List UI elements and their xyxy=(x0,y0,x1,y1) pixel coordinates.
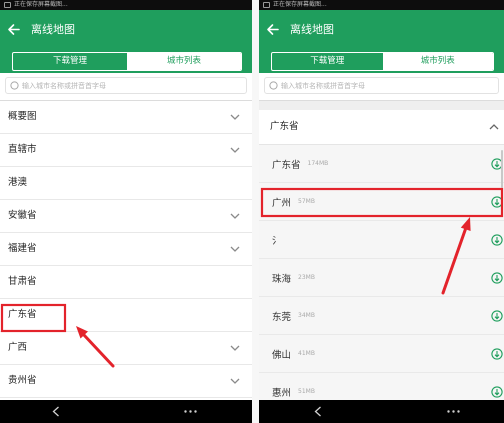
app-bar: 离线地图 下载管理 城市列表 xyxy=(259,10,504,73)
download-icon[interactable] xyxy=(491,348,503,360)
system-nav-bar xyxy=(259,400,504,423)
chevron-down-icon xyxy=(230,147,240,153)
list-item-city[interactable]: 惠州 51MB xyxy=(259,373,504,400)
city-name: 氵 xyxy=(272,235,282,247)
search-input[interactable] xyxy=(281,78,494,93)
city-name: 珠海 xyxy=(272,273,292,285)
city-text: 广东省 174MB xyxy=(272,145,328,182)
search-icon xyxy=(10,81,19,90)
tab-city-list[interactable]: 城市列表 xyxy=(382,53,493,70)
back-arrow-icon[interactable] xyxy=(7,23,20,36)
list-item-province[interactable]: 直辖市 xyxy=(0,134,252,167)
chevron-up-icon xyxy=(489,124,499,130)
status-bar: 正在保存屏幕截图... xyxy=(0,0,252,10)
download-icon[interactable] xyxy=(491,234,503,246)
city-name: 东莞 xyxy=(272,311,292,323)
nav-back-icon[interactable] xyxy=(52,406,60,417)
chevron-down-icon xyxy=(230,345,240,351)
city-size: 57MB xyxy=(298,198,315,205)
list-item-province[interactable]: 福建省 xyxy=(0,233,252,266)
city-size: 51MB xyxy=(298,388,315,395)
page-title: 离线地图 xyxy=(290,23,334,36)
list-item-city[interactable]: 东莞 34MB xyxy=(259,297,504,335)
city-list: 广东省 174MB 广州 57MB 氵 珠海 23MB 东莞 34MB 佛山 4… xyxy=(259,145,504,400)
back-arrow-icon[interactable] xyxy=(266,23,279,36)
province-label: 直辖市 xyxy=(8,144,37,155)
list-item-province[interactable]: 概要图 xyxy=(0,101,252,134)
download-icon[interactable] xyxy=(491,310,503,322)
city-text: 惠州 51MB xyxy=(272,373,315,400)
province-label: 甘肃省 xyxy=(8,276,37,287)
search-icon xyxy=(269,81,278,90)
status-bar: 正在保存屏幕截图... xyxy=(259,0,504,10)
city-text: 佛山 41MB xyxy=(272,335,315,372)
city-size: 34MB xyxy=(298,312,315,319)
search-field[interactable] xyxy=(264,77,499,94)
status-text: 正在保存屏幕截图... xyxy=(273,1,327,8)
download-icon[interactable] xyxy=(491,196,503,208)
list-item-province-guangdong[interactable]: 广东省 xyxy=(0,299,252,332)
tab-city-list[interactable]: 城市列表 xyxy=(127,53,241,70)
list-item-province[interactable]: 贵州省 xyxy=(0,365,252,398)
city-name: 广州 xyxy=(272,197,292,209)
tab-switcher: 下载管理 城市列表 xyxy=(271,52,494,71)
search-field[interactable] xyxy=(5,77,247,94)
province-label: 安徽省 xyxy=(8,210,37,221)
list-item-city[interactable]: 珠海 23MB xyxy=(259,259,504,297)
app-bar: 离线地图 下载管理 城市列表 xyxy=(0,10,252,73)
system-nav-bar xyxy=(0,400,252,423)
screenshot-icon xyxy=(4,2,11,8)
search-bar xyxy=(259,73,504,101)
section-label: 广东省 xyxy=(270,121,299,132)
list-item-city[interactable]: 佛山 41MB xyxy=(259,335,504,373)
city-name: 惠州 xyxy=(272,387,292,399)
tab-download-manager[interactable]: 下载管理 xyxy=(13,53,127,70)
screenshot-icon xyxy=(263,2,270,8)
chevron-down-icon xyxy=(230,378,240,384)
section-divider xyxy=(259,101,504,110)
list-item-province[interactable]: 甘肃省 xyxy=(0,266,252,299)
left-screen: 正在保存屏幕截图... 离线地图 下载管理 城市列表 概要图 直辖市 港澳 xyxy=(0,0,252,423)
province-label: 广东省 xyxy=(8,309,37,320)
city-name: 佛山 xyxy=(272,349,292,361)
list-item-province[interactable]: 港澳 xyxy=(0,167,252,200)
chevron-down-icon xyxy=(230,114,240,120)
city-name: 广东省 xyxy=(272,159,301,171)
city-size: 174MB xyxy=(307,160,329,167)
city-size: 41MB xyxy=(298,350,315,357)
city-text: 东莞 34MB xyxy=(272,297,315,334)
nav-more-icon[interactable] xyxy=(184,410,197,413)
province-label: 广西 xyxy=(8,342,28,353)
city-text: 珠海 23MB xyxy=(272,259,315,296)
province-section-header[interactable]: 广东省 xyxy=(259,110,504,145)
chevron-down-icon xyxy=(230,213,240,219)
scrollbar[interactable] xyxy=(501,150,503,188)
right-screen: 正在保存屏幕截图... 离线地图 下载管理 城市列表 广东省 广东省 174MB xyxy=(259,0,504,423)
city-text: 氵 xyxy=(272,221,289,258)
city-text: 广州 57MB xyxy=(272,183,315,220)
province-list: 概要图 直辖市 港澳 安徽省 福建省 甘肃省 广东省 广西 贵州省 xyxy=(0,101,252,398)
download-icon[interactable] xyxy=(491,272,503,284)
city-size: 23MB xyxy=(298,274,315,281)
list-item-city[interactable]: 氵 xyxy=(259,221,504,259)
tab-download-manager[interactable]: 下载管理 xyxy=(272,53,383,70)
list-item-province[interactable]: 安徽省 xyxy=(0,200,252,233)
tab-switcher: 下载管理 城市列表 xyxy=(12,52,242,71)
list-item-city[interactable]: 广东省 174MB xyxy=(259,145,504,183)
status-text: 正在保存屏幕截图... xyxy=(14,1,68,8)
nav-more-icon[interactable] xyxy=(447,410,460,413)
page-title: 离线地图 xyxy=(31,23,75,36)
province-label: 贵州省 xyxy=(8,375,37,386)
list-item-city-guangzhou[interactable]: 广州 57MB xyxy=(259,183,504,221)
download-icon[interactable] xyxy=(491,386,503,398)
nav-back-icon[interactable] xyxy=(314,406,322,417)
search-input[interactable] xyxy=(22,78,242,93)
chevron-down-icon xyxy=(230,246,240,252)
province-label: 港澳 xyxy=(8,177,28,188)
list-item-province[interactable]: 广西 xyxy=(0,332,252,365)
search-bar xyxy=(0,73,252,101)
province-label: 概要图 xyxy=(8,111,37,122)
province-label: 福建省 xyxy=(8,243,37,254)
